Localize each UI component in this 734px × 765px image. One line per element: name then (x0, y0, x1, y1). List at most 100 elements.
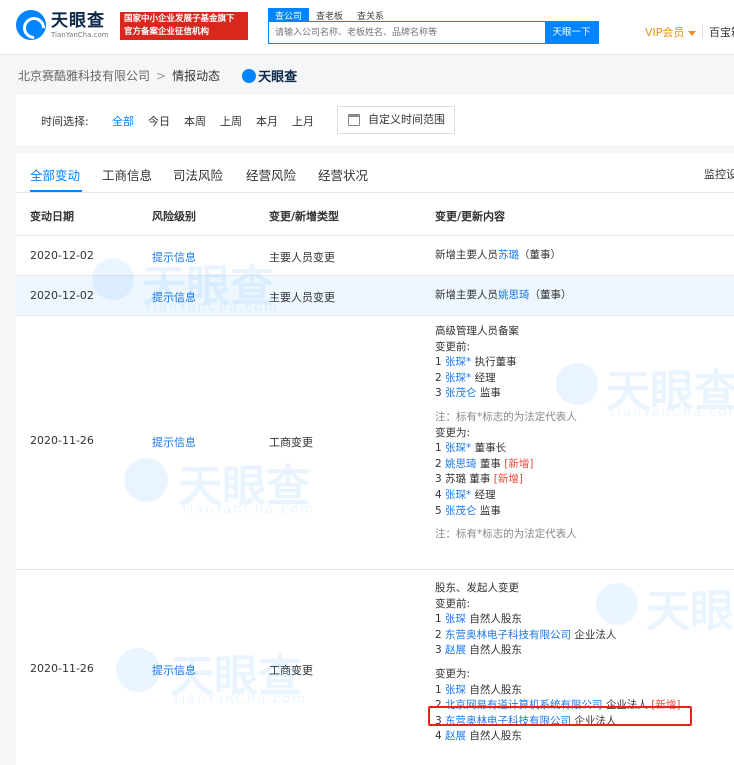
item-role: 董事 (479, 457, 501, 470)
row-content: 新增主要人员苏璐（董事） (435, 248, 561, 264)
monitor-settings-link[interactable]: 监控设置 (704, 166, 734, 182)
shareholder-link[interactable]: 张琛 (445, 613, 466, 625)
item-role: 经理 (474, 371, 496, 384)
site-logo[interactable]: 天眼查 TianYanCha.com (16, 10, 109, 40)
calendar-icon (348, 114, 360, 126)
list-item: 3 张茂仑 监事 (435, 386, 577, 402)
item-role: 执行董事 (474, 356, 517, 369)
before-label: 变更前: (435, 340, 471, 353)
search-input[interactable] (269, 22, 545, 43)
tab-all-changes[interactable]: 全部变动 (30, 165, 80, 184)
tab-judicial-risk[interactable]: 司法风险 (173, 165, 223, 184)
row-risk-level[interactable]: 提示信息 (152, 434, 196, 450)
time-option-this-week[interactable]: 本周 (184, 113, 206, 129)
person-link[interactable]: 姚思琦 (498, 289, 530, 301)
column-header-type: 变更/新增类型 (269, 210, 340, 223)
after-label: 变更为: (435, 667, 471, 680)
table-row: 2020-11-26 提示信息 工商变更 股东、发起人变更 变更前: 1 张琛 … (16, 570, 734, 765)
person-link[interactable]: 张琛* (445, 356, 471, 368)
content-text: 新增主要人员 (435, 249, 498, 261)
logo-cn-text: 天眼查 (51, 10, 105, 31)
person-link[interactable]: 张茂仑 (445, 505, 477, 517)
logo-eye-icon (16, 10, 46, 40)
item-index: 1 (435, 442, 442, 455)
time-option-this-month[interactable]: 本月 (256, 113, 278, 129)
list-item: 2 东营奥林电子科技有限公司 企业法人 (435, 628, 680, 644)
person-link[interactable]: 张琛* (445, 489, 471, 501)
breadcrumb-company[interactable]: 北京赛酷雅科技有限公司 (18, 67, 150, 84)
custom-range-label: 自定义时间范围 (368, 113, 445, 126)
person-link[interactable]: 姚思琦 (445, 458, 477, 470)
content-title: 高级管理人员备案 (435, 325, 519, 337)
table-header: 变动日期 风险级别 变更/新增类型 变更/更新内容 (16, 193, 734, 236)
top-header: 天眼查 TianYanCha.com 国家中小企业发展子基金旗下 官方备案企业征… (0, 0, 734, 55)
toolbox-link[interactable]: 百宝箱 (709, 24, 734, 40)
row-change-type: 主要人员变更 (269, 251, 335, 264)
content-title: 股东、发起人变更 (435, 582, 519, 594)
shareholder-link[interactable]: 赵展 (445, 644, 466, 656)
banner-line-1: 国家中小企业发展子基金旗下 (124, 14, 235, 24)
time-option-all[interactable]: 全部 (112, 113, 134, 129)
item-index: 2 (435, 457, 442, 470)
row-date: 2020-11-26 (30, 662, 94, 675)
table-row: 2020-12-02 提示信息 主要人员变更 新增主要人员姚思琦（董事） (16, 276, 734, 316)
person-link[interactable]: 苏璐 (498, 249, 519, 261)
item-index: 2 (435, 628, 442, 641)
breadcrumb-separator: > (156, 68, 167, 83)
item-index: 3 (435, 644, 442, 657)
highlight-box (428, 706, 692, 726)
legal-rep-note: 注：标有*标志的为法定代表人 (435, 528, 577, 541)
change-log-card: 全部变动 工商信息 司法风险 经营风险 经营状况 监控设置 变动日期 风险级别 … (16, 153, 734, 765)
row-content: 高级管理人员备案 变更前: 1 张琛* 执行董事 2 张琛* 经理 3 张茂仑 … (435, 324, 577, 543)
list-item: 3 苏璐 董事 [新增] (435, 472, 577, 488)
item-index: 1 (435, 683, 442, 696)
tab-operating-risk[interactable]: 经营风险 (246, 165, 296, 184)
list-item: 2 姚思琦 董事 [新增] (435, 457, 577, 473)
new-tag: [新增] (493, 473, 523, 486)
shareholder-link[interactable]: 东营奥林电子科技有限公司 (445, 629, 571, 641)
person-link[interactable]: 张琛* (445, 442, 471, 454)
item-index: 5 (435, 504, 442, 517)
search-button[interactable]: 天眼一下 (545, 22, 598, 43)
person-link[interactable]: 张茂仑 (445, 387, 477, 399)
row-date: 2020-12-02 (30, 249, 94, 262)
row-risk-level[interactable]: 提示信息 (152, 249, 196, 265)
custom-range-button[interactable]: 自定义时间范围 (337, 106, 455, 134)
column-header-date: 变动日期 (30, 210, 74, 223)
time-filter-label: 时间选择: (41, 115, 89, 128)
row-date: 2020-11-26 (30, 434, 94, 447)
active-tab-indicator (30, 190, 82, 192)
list-item: 1 张琛 自然人股东 (435, 683, 680, 699)
logo-en-text: TianYanCha.com (51, 30, 109, 39)
row-change-type: 主要人员变更 (269, 291, 335, 304)
row-change-type: 工商变更 (269, 664, 313, 677)
row-date: 2020-12-02 (30, 289, 94, 302)
vip-menu[interactable]: VIP会员 (645, 24, 697, 40)
new-tag: [新增] (504, 457, 534, 470)
item-role: 董事 (469, 473, 491, 486)
list-item: 1 张琛* 执行董事 (435, 355, 577, 371)
row-risk-level[interactable]: 提示信息 (152, 662, 196, 678)
column-header-risk: 风险级别 (152, 210, 196, 223)
table-row: 2020-12-02 提示信息 主要人员变更 新增主要人员苏璐（董事） (16, 236, 734, 276)
time-option-last-month[interactable]: 上月 (292, 113, 314, 129)
tab-operating-status[interactable]: 经营状况 (318, 165, 368, 184)
content-text: （董事） (529, 289, 572, 301)
time-option-last-week[interactable]: 上周 (220, 113, 242, 129)
tab-business-info[interactable]: 工商信息 (102, 165, 152, 184)
breadcrumb-logo: 天眼查 (242, 66, 297, 85)
time-option-today[interactable]: 今日 (148, 113, 170, 129)
breadcrumb-current: 情报动态 (172, 69, 221, 83)
shareholder-link[interactable]: 张琛 (445, 684, 466, 696)
person-link[interactable]: 张琛* (445, 372, 471, 384)
table-row: 2020-11-26 提示信息 工商变更 高级管理人员备案 变更前: 1 张琛*… (16, 316, 734, 570)
list-item: 3 赵展 自然人股东 (435, 643, 680, 659)
item-index: 3 (435, 473, 442, 486)
row-risk-level[interactable]: 提示信息 (152, 289, 196, 305)
legal-rep-note: 注：标有*标志的为法定代表人 (435, 410, 577, 423)
item-index: 2 (435, 371, 442, 384)
item-index: 4 (435, 730, 442, 743)
shareholder-link[interactable]: 赵展 (445, 730, 466, 742)
person-name: 苏璐 (445, 473, 467, 486)
before-label: 变更前: (435, 597, 471, 610)
